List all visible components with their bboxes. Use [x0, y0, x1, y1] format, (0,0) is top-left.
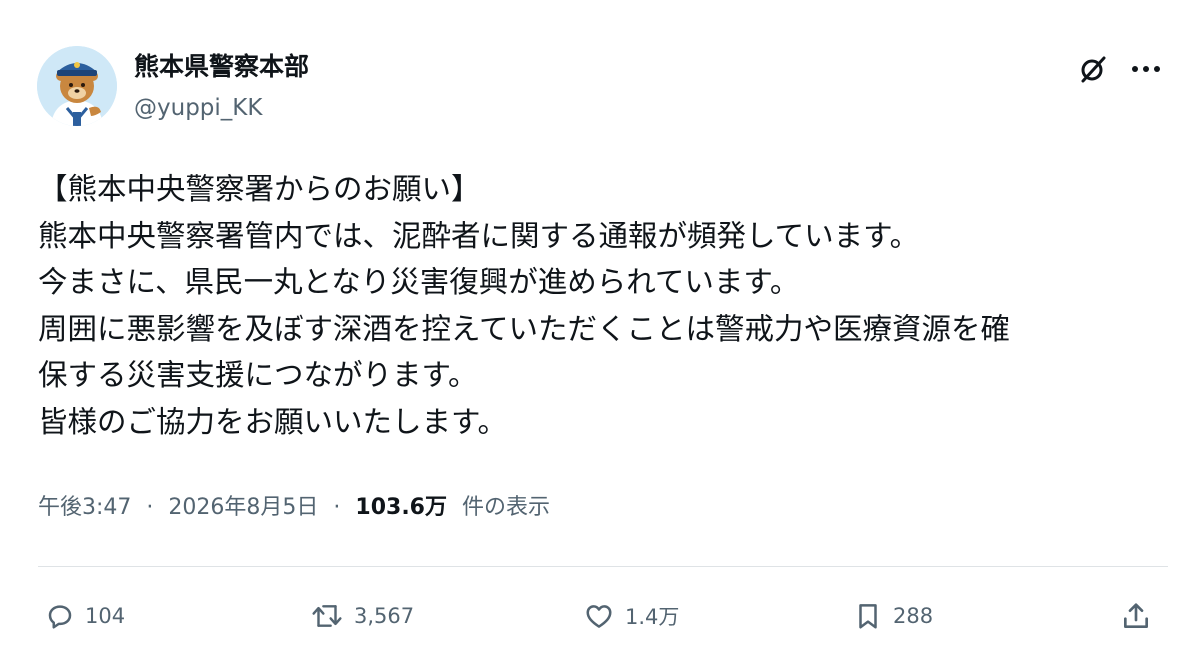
post-text-line: 周囲に悪影響を及ぼす深酒を控えていただくことは警戒力や医療資源を確 [38, 311, 1011, 346]
divider [38, 566, 1168, 567]
post-date[interactable]: 2026年8月5日 [168, 495, 318, 520]
post-card: 熊本県警察本部 @yuppi_KK 【熊本中央警察署からのお願い】 熊本中央警察… [0, 0, 1196, 662]
bookmark-icon [859, 604, 877, 629]
post-text: 【熊本中央警察署からのお願い】 熊本中央警察署管内では、泥酔者に関する通報が頻発… [38, 166, 1178, 445]
like-count: 1.4万 [625, 605, 680, 629]
share-button[interactable] [1120, 596, 1152, 636]
share-icon [1124, 603, 1148, 628]
post-meta: 午後3:47 · 2026年8月5日 · 103.6万 件の表示 [38, 491, 550, 525]
user-handle[interactable]: @yuppi_KK [134, 92, 262, 124]
meta-separator: · [146, 495, 154, 520]
like-button[interactable]: 1.4万 [583, 596, 679, 636]
post-text-line: 皆様のご協力をお願いいたします。 [38, 404, 508, 439]
police-mascot-icon [37, 46, 117, 126]
views-label: 件の表示 [461, 495, 550, 520]
repost-count: 3,567 [354, 604, 415, 628]
views-count: 103.6万 [355, 495, 447, 520]
heart-icon [586, 605, 612, 628]
more-icon[interactable] [1127, 54, 1165, 84]
display-name[interactable]: 熊本県警察本部 [134, 50, 309, 84]
grok-icon[interactable] [1078, 54, 1108, 84]
post-text-line: 保する災害支援につながります。 [38, 358, 478, 392]
repost-button[interactable]: 3,567 [310, 596, 414, 636]
meta-separator: · [333, 495, 341, 520]
reply-icon [48, 605, 72, 629]
post-text-line: 【熊本中央警察署からのお願い】 [38, 172, 481, 206]
post-time[interactable]: 午後3:47 [38, 495, 131, 520]
post-text-line: 熊本中央警察署管内では、泥酔者に関する通報が頻発しています。 [38, 218, 920, 253]
avatar[interactable] [37, 46, 117, 126]
bookmark-count: 288 [893, 604, 934, 628]
post-text-line: 今まさに、県民一丸となり災害復興が進められています。 [38, 265, 800, 299]
bookmark-button[interactable]: 288 [853, 596, 933, 636]
repost-icon [312, 605, 342, 627]
reply-button[interactable]: 104 [45, 596, 125, 636]
reply-count: 104 [85, 604, 126, 628]
